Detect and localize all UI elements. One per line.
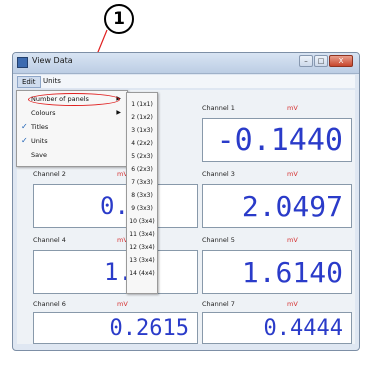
checkmark-icon: ✓ xyxy=(21,122,28,131)
app-icon xyxy=(17,57,28,68)
submenu-item[interactable]: 6 (2x3) xyxy=(127,164,157,175)
channel-5-unit: mV xyxy=(287,236,298,244)
menu-bar: Edit Units xyxy=(17,75,355,88)
channel-6-label: Channel 6 xyxy=(33,300,66,308)
submenu-item[interactable]: 5 (2x3) xyxy=(127,151,157,162)
menu-item-colours[interactable]: Colours ▶ xyxy=(17,107,127,120)
menu-item-save[interactable]: Save xyxy=(17,149,127,162)
submenu-item[interactable]: 7 (3x3) xyxy=(127,177,157,188)
callout-marker: 1 xyxy=(104,4,134,34)
submenu-item[interactable]: 3 (1x3) xyxy=(127,125,157,136)
submenu-item[interactable]: 2 (1x2) xyxy=(127,112,157,123)
close-button[interactable]: X xyxy=(329,55,353,67)
window-title: View Data xyxy=(32,56,73,65)
channel-4-label: Channel 4 xyxy=(33,236,66,244)
title-bar[interactable]: View Data – □ X xyxy=(13,53,359,74)
channel-1-label: Channel 1 xyxy=(202,104,235,112)
channel-5-value: 1.6140 xyxy=(202,250,352,294)
channel-3-unit: mV xyxy=(287,170,298,178)
channel-1-value: -0.1440 xyxy=(202,118,352,162)
channel-5-label: Channel 5 xyxy=(202,236,235,244)
submenu-item[interactable]: 12 (3x4) xyxy=(127,242,157,253)
submenu-arrow-icon: ▶ xyxy=(116,109,121,116)
highlight-ellipse xyxy=(28,93,120,106)
checkmark-icon: ✓ xyxy=(21,136,28,145)
menu-units[interactable]: Units xyxy=(39,76,65,86)
minimize-button[interactable]: – xyxy=(299,55,313,67)
submenu-item[interactable]: 11 (3x4) xyxy=(127,229,157,240)
submenu-item[interactable]: 9 (3x3) xyxy=(127,203,157,214)
menu-item-units[interactable]: ✓ Units xyxy=(17,135,127,148)
channel-2-label: Channel 2 xyxy=(33,170,66,178)
channel-1-unit: mV xyxy=(287,104,298,112)
submenu-item[interactable]: 10 (3x4) xyxy=(127,216,157,227)
channel-6-value: 0.2615 xyxy=(33,312,198,344)
channel-7-value: 0.4444 xyxy=(202,312,352,344)
channel-4-value: 1.6 xyxy=(33,250,198,294)
callout-number: 1 xyxy=(113,9,125,29)
submenu-item[interactable]: 13 (3x4) xyxy=(127,255,157,266)
menu-edit[interactable]: Edit xyxy=(17,76,41,88)
channel-3-label: Channel 3 xyxy=(202,170,235,178)
submenu-item[interactable]: 4 (2x2) xyxy=(127,138,157,149)
panels-submenu: 1 (1x1) 2 (1x2) 3 (1x3) 4 (2x2) 5 (2x3) … xyxy=(126,92,158,294)
submenu-item[interactable]: 14 (4x4) xyxy=(127,268,157,279)
submenu-item[interactable]: 8 (3x3) xyxy=(127,190,157,201)
channel-7-label: Channel 7 xyxy=(202,300,235,308)
submenu-item[interactable]: 1 (1x1) xyxy=(127,99,157,110)
menu-item-titles[interactable]: ✓ Titles xyxy=(17,121,127,134)
menu-item-label: Titles xyxy=(31,123,49,131)
channel-2-value: 0.0 xyxy=(33,184,198,228)
channel-6-unit: mV xyxy=(117,300,128,308)
channel-3-value: 2.0497 xyxy=(202,184,352,228)
menu-item-label: Colours xyxy=(31,109,56,117)
menu-item-label: Save xyxy=(31,151,47,159)
channel-7-unit: mV xyxy=(287,300,298,308)
maximize-button[interactable]: □ xyxy=(314,55,328,67)
menu-item-label: Units xyxy=(31,137,48,145)
